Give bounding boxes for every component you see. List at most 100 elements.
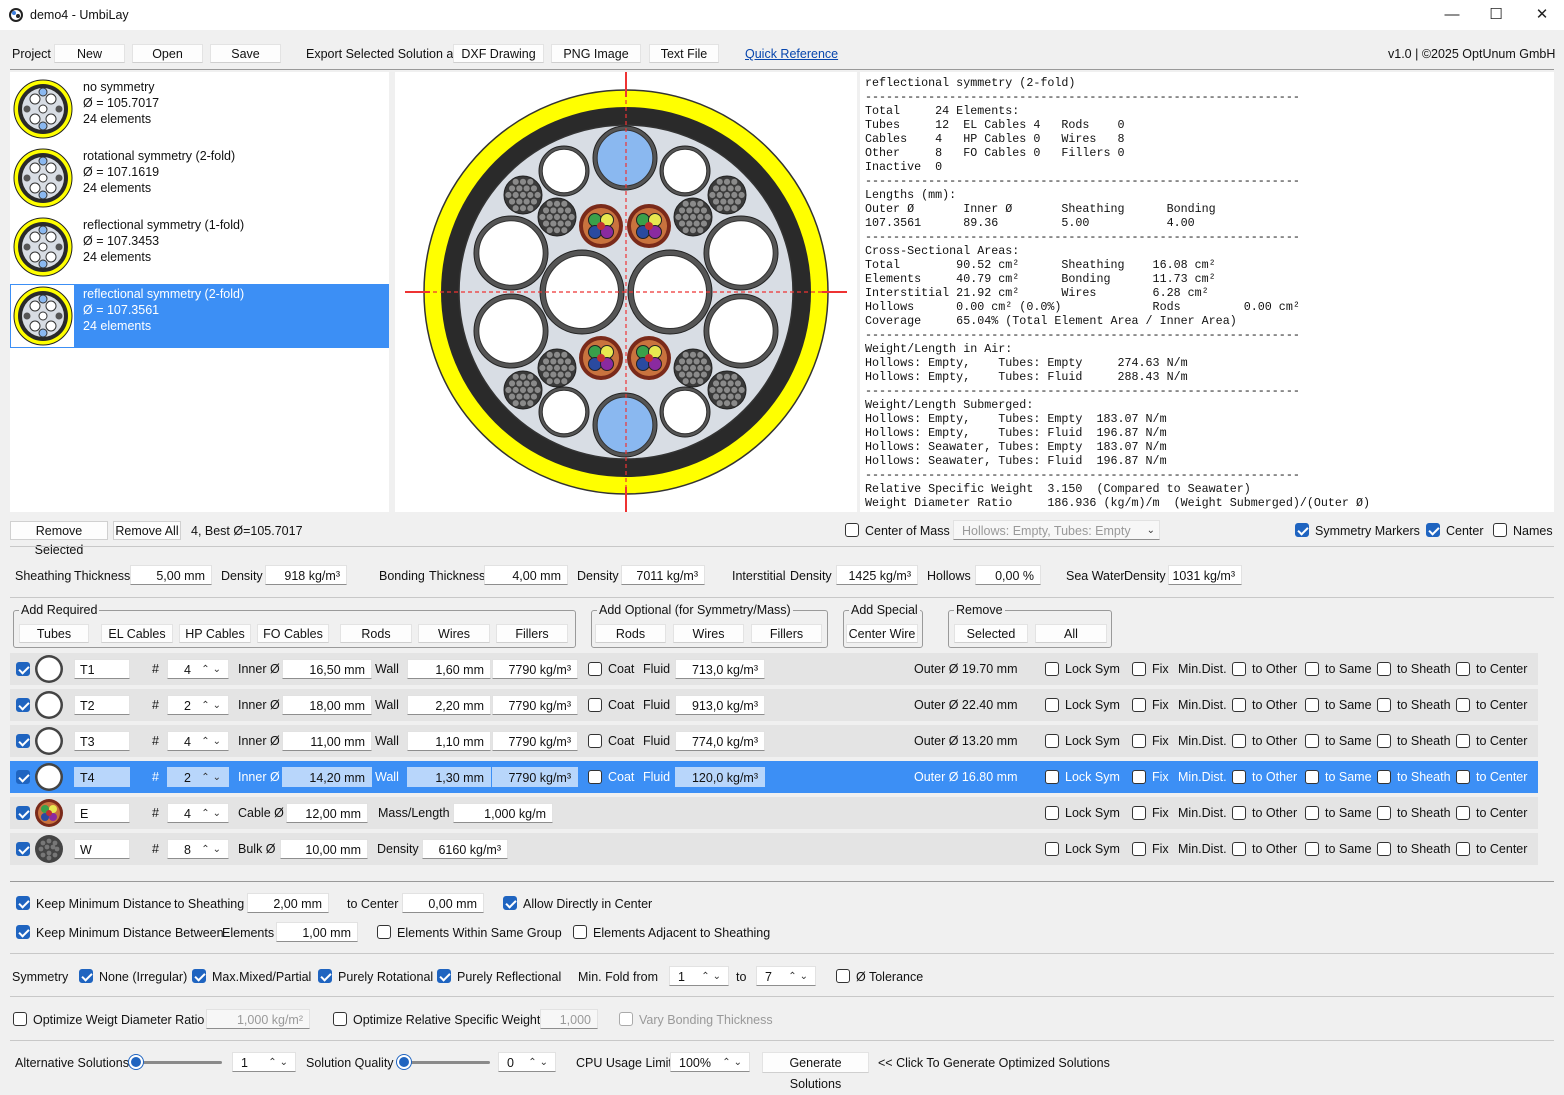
- to-center-checkbox[interactable]: [1456, 842, 1470, 856]
- lock-sym-checkbox[interactable]: [1045, 698, 1059, 712]
- count-spinner[interactable]: 4 ⌃⌄: [167, 731, 229, 751]
- element-name-field[interactable]: T2: [74, 695, 130, 715]
- to-center-checkbox[interactable]: [1456, 734, 1470, 748]
- to-other-checkbox[interactable]: [1232, 806, 1246, 820]
- adjacent-sheathing-checkbox[interactable]: [573, 925, 587, 939]
- to-same-checkbox[interactable]: [1305, 806, 1319, 820]
- solution-item[interactable]: reflectional symmetry (1-fold) Ø = 107.3…: [10, 215, 389, 279]
- solution-item[interactable]: reflectional symmetry (2-fold) Ø = 107.3…: [10, 284, 389, 348]
- count-spinner[interactable]: 2 ⌃⌄: [167, 695, 229, 715]
- add-optional-fillers-button[interactable]: Fillers: [751, 624, 822, 643]
- generate-solutions-button[interactable]: Generate Solutions: [762, 1052, 869, 1091]
- add-required-rods-button[interactable]: Rods: [340, 624, 412, 643]
- to-other-checkbox[interactable]: [1232, 662, 1246, 676]
- solution-quality-slider[interactable]: [398, 1061, 490, 1064]
- remove-selected-button[interactable]: Remove Selected: [10, 521, 108, 557]
- tube-density-field[interactable]: 7790 kg/m³: [492, 767, 578, 787]
- lock-sym-checkbox[interactable]: [1045, 806, 1059, 820]
- to-sheath-checkbox[interactable]: [1377, 698, 1391, 712]
- to-other-checkbox[interactable]: [1232, 698, 1246, 712]
- sheathing-distance-field[interactable]: 2,00 mm: [247, 893, 329, 913]
- to-other-checkbox[interactable]: [1232, 770, 1246, 784]
- to-center-checkbox[interactable]: [1456, 806, 1470, 820]
- to-same-checkbox[interactable]: [1305, 698, 1319, 712]
- element-row[interactable]: T1 # 4 ⌃⌄ Inner Ø 16,50 mm Wall 1,60 mm 7…: [10, 653, 1538, 685]
- solution-item[interactable]: no symmetry Ø = 105.7017 24 elements: [10, 77, 389, 141]
- sheathing-density-field[interactable]: 918 kg/m³: [265, 565, 347, 585]
- maximize-button[interactable]: ☐: [1474, 4, 1518, 26]
- element-row[interactable]: T3 # 4 ⌃⌄ Inner Ø 11,00 mm Wall 1,10 mm 7…: [10, 725, 1538, 757]
- count-spinner[interactable]: 4 ⌃⌄: [167, 803, 229, 823]
- new-button[interactable]: New: [54, 44, 125, 63]
- wall-thickness-field[interactable]: 1,60 mm: [407, 659, 491, 679]
- element-name-field[interactable]: T3: [74, 731, 130, 751]
- to-sheath-checkbox[interactable]: [1377, 806, 1391, 820]
- seawater-density-field[interactable]: 1031 kg/m³: [1168, 565, 1242, 585]
- add-required-fo-cables-button[interactable]: FO Cables: [257, 624, 329, 643]
- remove-selected-element-button[interactable]: Selected: [954, 624, 1028, 643]
- tube-density-field[interactable]: 7790 kg/m³: [492, 659, 578, 679]
- remove-all-button[interactable]: Remove All: [113, 521, 181, 540]
- element-row[interactable]: E # 4 ⌃⌄ Cable Ø 12,00 mm Mass/Length 1,0…: [10, 797, 1538, 829]
- center-of-mass-checkbox[interactable]: [845, 523, 859, 537]
- fix-checkbox[interactable]: [1132, 842, 1146, 856]
- inner-diameter-field[interactable]: 16,50 mm: [282, 659, 372, 679]
- to-same-checkbox[interactable]: [1305, 770, 1319, 784]
- fix-checkbox[interactable]: [1132, 698, 1146, 712]
- to-sheath-checkbox[interactable]: [1377, 662, 1391, 676]
- wall-thickness-field[interactable]: 1,10 mm: [407, 731, 491, 751]
- add-required-fillers-button[interactable]: Fillers: [496, 624, 568, 643]
- symmetry-markers-checkbox[interactable]: [1295, 523, 1309, 537]
- add-required-hp-cables-button[interactable]: HP Cables: [179, 624, 251, 643]
- bonding-density-field[interactable]: 7011 kg/m³: [621, 565, 705, 585]
- save-button[interactable]: Save: [210, 44, 281, 63]
- to-center-checkbox[interactable]: [1456, 662, 1470, 676]
- add-optional-wires-button[interactable]: Wires: [673, 624, 744, 643]
- quick-reference-link[interactable]: Quick Reference: [745, 47, 838, 61]
- export-dxf-button[interactable]: DXF Drawing: [453, 44, 544, 63]
- keep-min-distance-checkbox[interactable]: [16, 896, 30, 910]
- cpu-usage-spinner[interactable]: 100% ⌃⌄: [670, 1052, 750, 1072]
- fluid-density-field[interactable]: 913,0 kg/m³: [675, 695, 765, 715]
- coat-checkbox[interactable]: [588, 734, 602, 748]
- to-other-checkbox[interactable]: [1232, 842, 1246, 856]
- fluid-density-field[interactable]: 120,0 kg/m³: [675, 767, 765, 787]
- element-name-field[interactable]: W: [74, 839, 130, 859]
- tolerance-checkbox[interactable]: [836, 969, 850, 983]
- wall-thickness-field[interactable]: 2,20 mm: [407, 695, 491, 715]
- center-distance-field[interactable]: 0,00 mm: [402, 893, 484, 913]
- vary-bonding-checkbox[interactable]: [619, 1012, 633, 1026]
- to-center-checkbox[interactable]: [1456, 698, 1470, 712]
- coat-checkbox[interactable]: [588, 698, 602, 712]
- sym-mixed-checkbox[interactable]: [192, 969, 206, 983]
- names-checkbox[interactable]: [1493, 523, 1507, 537]
- to-same-checkbox[interactable]: [1305, 662, 1319, 676]
- count-spinner[interactable]: 2 ⌃⌄: [167, 767, 229, 787]
- count-spinner[interactable]: 8 ⌃⌄: [167, 839, 229, 859]
- close-button[interactable]: ✕: [1520, 4, 1564, 26]
- wire-density-field[interactable]: 6160 kg/m³: [422, 839, 508, 859]
- sym-rotational-checkbox[interactable]: [318, 969, 332, 983]
- hollows-field[interactable]: 0,00 %: [975, 565, 1041, 585]
- inner-diameter-field[interactable]: 18,00 mm: [282, 695, 372, 715]
- tube-density-field[interactable]: 7790 kg/m³: [492, 731, 578, 751]
- coat-checkbox[interactable]: [588, 770, 602, 784]
- element-name-field[interactable]: T4: [74, 767, 130, 787]
- sheathing-thickness-field[interactable]: 5,00 mm: [130, 565, 212, 585]
- add-optional-rods-button[interactable]: Rods: [595, 624, 666, 643]
- element-row[interactable]: T2 # 2 ⌃⌄ Inner Ø 18,00 mm Wall 2,20 mm 7…: [10, 689, 1538, 721]
- fix-checkbox[interactable]: [1132, 770, 1146, 784]
- wdr-target-field[interactable]: 1,000 kg/m²: [206, 1009, 310, 1029]
- mass-state-combo[interactable]: Hollows: Empty, Tubes: Empty ⌄: [953, 520, 1160, 540]
- add-required-tubes-button[interactable]: Tubes: [19, 624, 89, 643]
- to-sheath-checkbox[interactable]: [1377, 770, 1391, 784]
- to-center-checkbox[interactable]: [1456, 770, 1470, 784]
- fix-checkbox[interactable]: [1132, 662, 1146, 676]
- keep-min-between-checkbox[interactable]: [16, 925, 30, 939]
- to-same-checkbox[interactable]: [1305, 842, 1319, 856]
- lock-sym-checkbox[interactable]: [1045, 734, 1059, 748]
- solution-quality-slider-thumb[interactable]: [397, 1055, 411, 1069]
- solution-item[interactable]: rotational symmetry (2-fold) Ø = 107.161…: [10, 146, 389, 210]
- wall-thickness-field[interactable]: 1,30 mm: [407, 767, 491, 787]
- minimize-button[interactable]: —: [1430, 4, 1474, 26]
